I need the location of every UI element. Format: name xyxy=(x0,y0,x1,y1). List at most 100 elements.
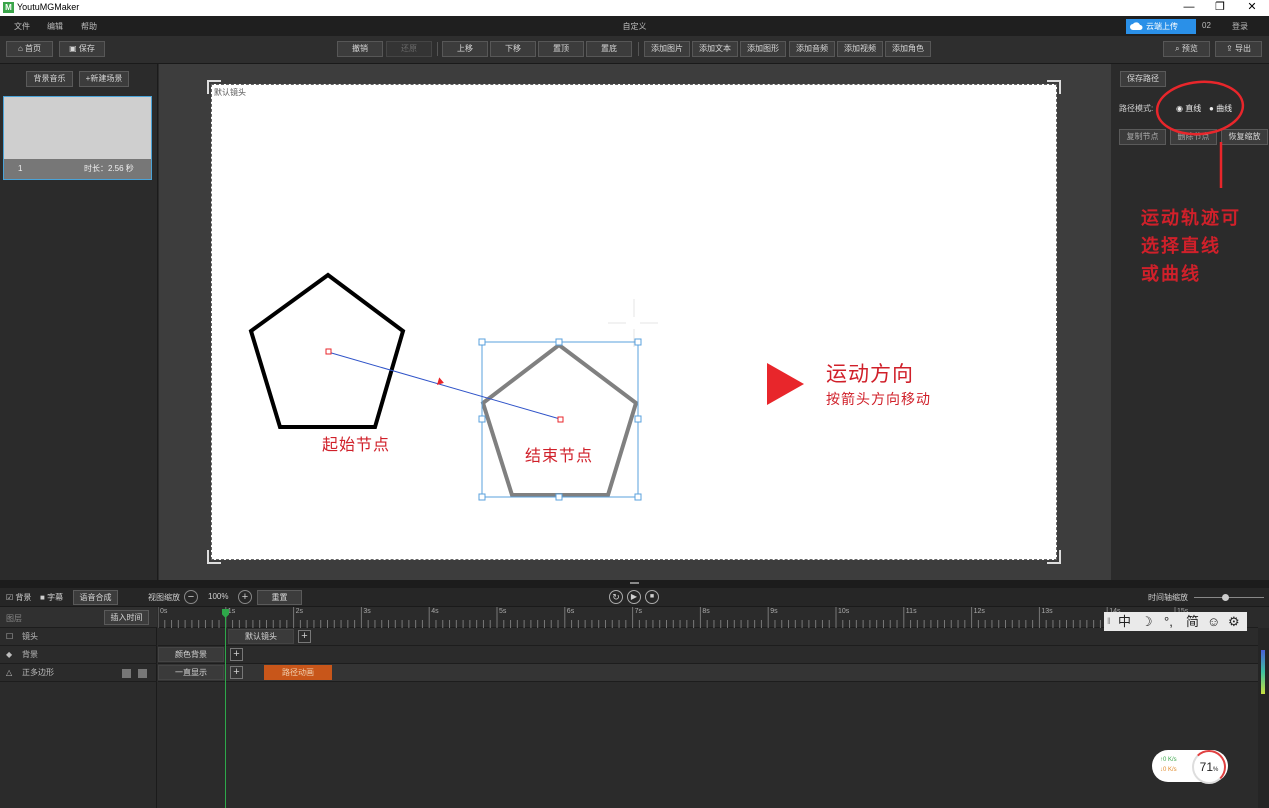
timeline-scrollbar[interactable] xyxy=(1258,628,1269,808)
add-audio-button[interactable]: 添加音频 xyxy=(789,41,835,57)
add-video-button[interactable]: 添加视频 xyxy=(837,41,883,57)
track-camera: 默认镜头 + xyxy=(158,628,1258,646)
panel-splitter[interactable] xyxy=(0,580,1269,588)
loop-icon[interactable]: ↻ xyxy=(609,590,623,604)
ime-simplified[interactable]: 简 xyxy=(1186,612,1199,631)
clip-default-camera[interactable]: 默认镜头 xyxy=(228,629,294,644)
restore-button[interactable]: ❐ xyxy=(1205,0,1235,16)
menu-help[interactable]: 帮助 xyxy=(81,21,97,32)
ruler-label: 11s xyxy=(905,608,917,615)
cpu-percent: 71 xyxy=(1199,760,1213,774)
layer-row-camera[interactable]: ☐ 镜头 xyxy=(0,628,157,646)
ruler-label: 8s xyxy=(702,608,710,615)
add-clip-icon[interactable]: + xyxy=(230,666,243,679)
close-button[interactable]: ✕ xyxy=(1237,0,1267,16)
time-zoom-slider[interactable] xyxy=(1194,594,1264,601)
checkbox-icon: ■ xyxy=(40,593,45,602)
subtitle-toggle[interactable]: ■ 字幕 xyxy=(40,592,63,603)
emoji-icon[interactable]: ☺ xyxy=(1207,612,1220,631)
add-clip-icon[interactable]: + xyxy=(230,648,243,661)
punctuation-icon[interactable]: °, xyxy=(1164,612,1173,631)
ruler-label: 12s xyxy=(973,608,985,615)
scene-index: 1 xyxy=(18,164,23,173)
preview-button[interactable]: ⌕ 预览 xyxy=(1163,41,1210,57)
new-scene-button[interactable]: +新建场景 xyxy=(79,71,129,87)
layer-row-polygon[interactable]: △ 正多边形 xyxy=(0,664,157,682)
main-toolbar: ⌂ 首页 ▣ 保存 撤销 还原 上移 下移 置顶 置底 添加图片 添加文本 添加… xyxy=(0,36,1269,64)
layer-row-background[interactable]: ◆ 背景 xyxy=(0,646,157,664)
ime-chinese-mode[interactable]: 中 xyxy=(1118,612,1131,631)
zoom-out-icon[interactable]: − xyxy=(184,590,198,604)
menu-file[interactable]: 文件 xyxy=(14,21,30,32)
lock-toggle[interactable] xyxy=(138,669,147,678)
menu-edit[interactable]: 编辑 xyxy=(47,21,63,32)
scene-card[interactable]: 1 时长：2.56 秒 xyxy=(3,96,152,180)
canvas-area: 默认镜头 起始节点 结束节点 运动方向 按箭头方向移动 xyxy=(159,64,1111,580)
time-ruler[interactable]: 0s1s2s3s4s5s6s7s8s9s10s11s12s13s14s15s xyxy=(158,607,1258,628)
ruler-label: 10s xyxy=(838,608,850,615)
user-id: 02 xyxy=(1202,21,1211,30)
timeline-header: ☑ 背景 ■ 字幕 语音合成 视图缩放 − 100% + 重置 ↻ ▶ ■ 时间… xyxy=(0,588,1269,607)
stop-icon[interactable]: ■ xyxy=(645,590,659,604)
upload-speed: ↑0 K/s xyxy=(1160,757,1177,763)
login-link[interactable]: 登录 xyxy=(1232,21,1248,32)
stage[interactable]: 默认镜头 起始节点 结束节点 运动方向 按箭头方向移动 xyxy=(211,84,1057,560)
add-shape-button[interactable]: 添加图形 xyxy=(740,41,786,57)
cloud-upload-label: 云端上传 xyxy=(1146,22,1178,31)
export-button[interactable]: ⇪ 导出 xyxy=(1215,41,1262,57)
toolbar-divider xyxy=(437,42,438,56)
add-clip-icon[interactable]: + xyxy=(298,630,311,643)
ruler-label: 6s xyxy=(566,608,575,615)
voice-synth-button[interactable]: 语音合成 xyxy=(73,590,118,605)
bring-to-top-button[interactable]: 置顶 xyxy=(538,41,584,57)
reset-button[interactable]: 重置 xyxy=(257,590,302,605)
save-button[interactable]: ▣ 保存 xyxy=(59,41,105,57)
ruler-label: 3s xyxy=(363,608,371,615)
add-character-button[interactable]: 添加角色 xyxy=(885,41,931,57)
clip-path-animation[interactable]: 路径动画 xyxy=(264,665,332,680)
paint-bucket-icon: ◆ xyxy=(6,650,13,659)
toolbar-divider xyxy=(638,42,639,56)
crosshair-icon xyxy=(608,299,658,347)
layer-list: 图层 插入时间 ☐ 镜头 ◆ 背景 △ 正多边形 xyxy=(0,607,157,808)
move-down-button[interactable]: 下移 xyxy=(490,41,536,57)
level-meter-icon xyxy=(1261,650,1265,694)
ime-toolbar[interactable]: ‖ 中 ☽ °, 简 ☺ ⚙ xyxy=(1104,612,1247,631)
end-node-label: 结束节点 xyxy=(525,448,594,465)
time-zoom-label: 时间轴缩放 xyxy=(1148,593,1188,602)
undo-button[interactable]: 撤销 xyxy=(337,41,383,57)
insert-time-button[interactable]: 插入时间 xyxy=(104,610,149,625)
moon-icon[interactable]: ☽ xyxy=(1141,612,1153,631)
slider-thumb-icon[interactable] xyxy=(1222,594,1229,601)
send-to-bottom-button[interactable]: 置底 xyxy=(586,41,632,57)
bg-toggle[interactable]: ☑ 背景 xyxy=(6,592,31,603)
minimize-button[interactable]: — xyxy=(1174,0,1204,16)
playhead[interactable] xyxy=(222,609,229,808)
move-up-button[interactable]: 上移 xyxy=(442,41,488,57)
checkbox-checked-icon: ☑ xyxy=(6,593,14,602)
timeline-panel: ☑ 背景 ■ 字幕 语音合成 视图缩放 − 100% + 重置 ↻ ▶ ■ 时间… xyxy=(0,588,1269,808)
add-image-button[interactable]: 添加图片 xyxy=(644,41,690,57)
save-icon: ▣ xyxy=(69,44,79,53)
path-properties-panel: 保存路径 路径模式: ◉ 直线 ● 曲线 复制节点 删除节点 恢复缩放 运动轨迹… xyxy=(1112,64,1269,580)
cpu-usage-ring: 71% xyxy=(1192,750,1226,784)
zoom-in-icon[interactable]: + xyxy=(238,590,252,604)
home-button[interactable]: ⌂ 首页 xyxy=(6,41,53,57)
clip-color-background[interactable]: 颜色背景 xyxy=(158,647,224,662)
layer-header: 图层 插入时间 xyxy=(0,607,157,628)
ruler-label: 13s xyxy=(1041,608,1053,615)
zoom-value: 100% xyxy=(208,592,229,601)
bg-music-button[interactable]: 背景音乐 xyxy=(26,71,73,87)
visibility-toggle[interactable] xyxy=(122,669,131,678)
clip-always-show[interactable]: 一直显示 xyxy=(158,665,224,680)
shape-icon: △ xyxy=(6,668,13,677)
play-icon[interactable]: ▶ xyxy=(627,590,641,604)
scene-thumbnail xyxy=(4,97,151,159)
camera-icon: ☐ xyxy=(6,632,14,641)
gear-icon[interactable]: ⚙ xyxy=(1228,612,1240,631)
redo-button[interactable]: 还原 xyxy=(386,41,432,57)
search-icon: ⌕ xyxy=(1175,44,1182,53)
add-text-button[interactable]: 添加文本 xyxy=(692,41,738,57)
cloud-upload-button[interactable]: 云端上传 xyxy=(1126,19,1196,34)
ruler-label: 2s xyxy=(295,608,303,615)
